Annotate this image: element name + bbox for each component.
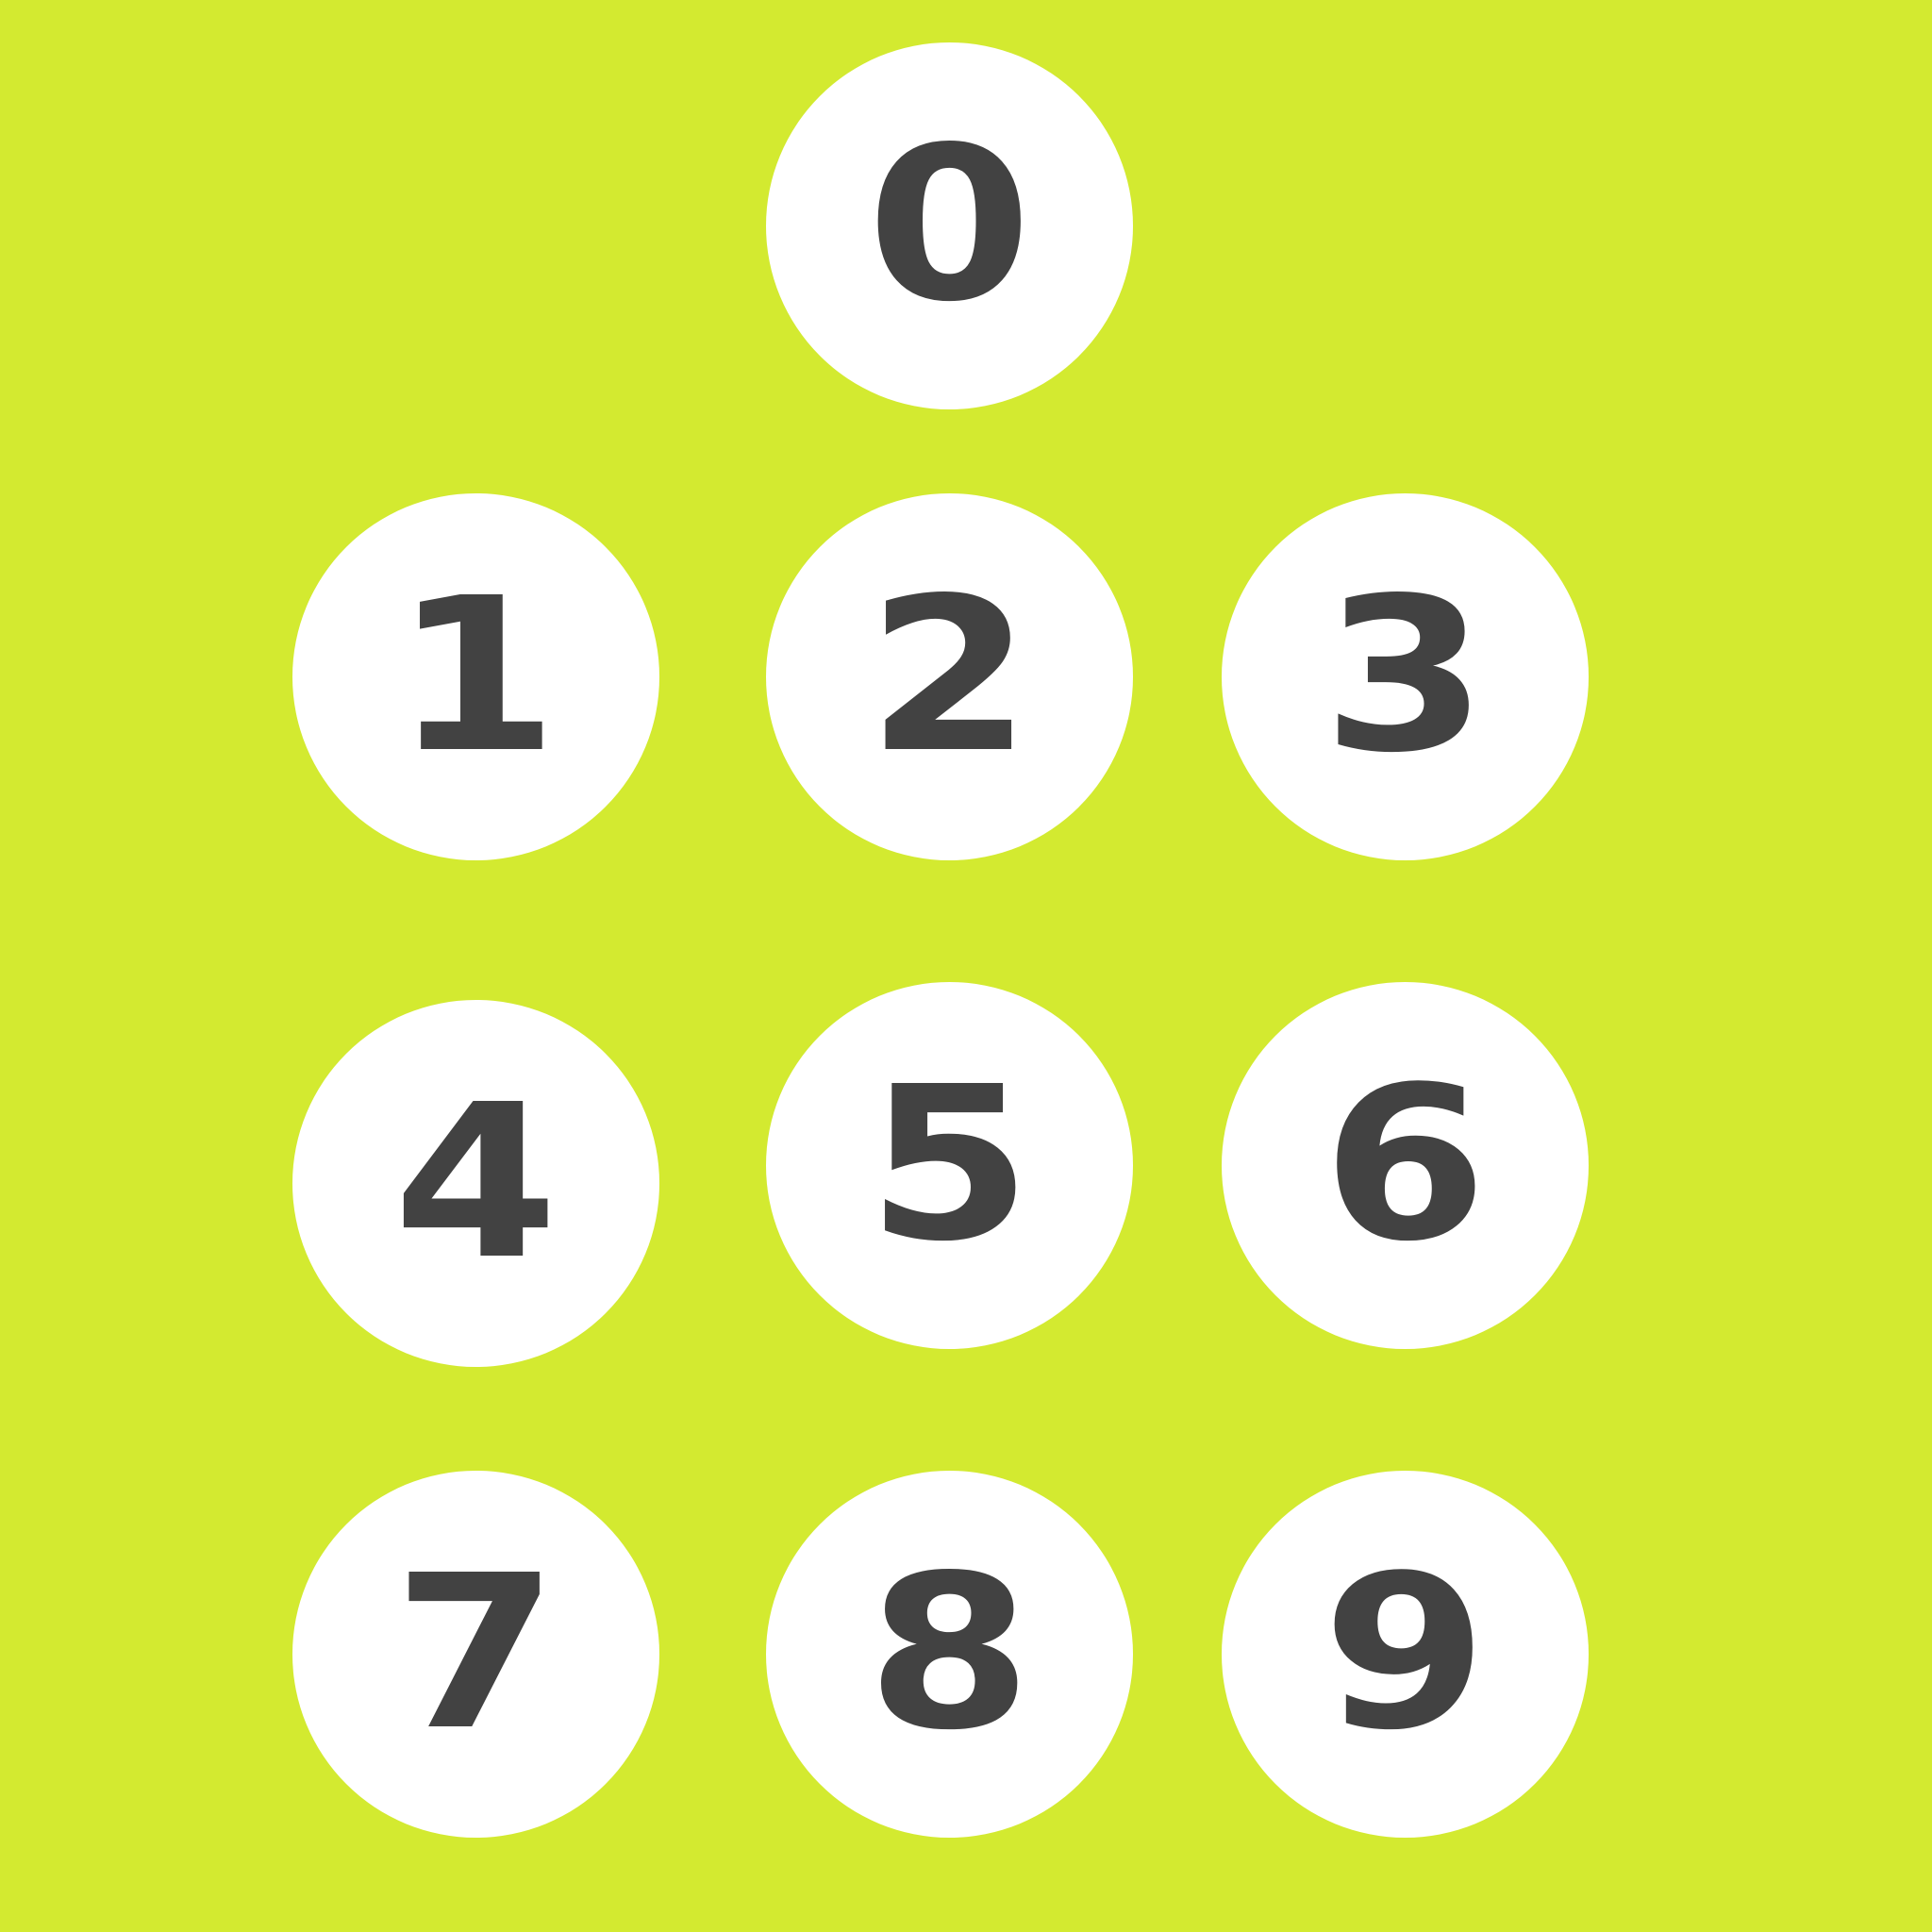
key-4-label: 4 (392, 1059, 559, 1307)
key-3-label: 3 (1322, 553, 1489, 800)
key-4-button[interactable]: 4 (292, 1000, 659, 1367)
key-6-button[interactable]: 6 (1222, 982, 1589, 1349)
number-keypad: 0 1 2 3 4 5 6 7 8 9 (0, 0, 1932, 1932)
key-0-label: 0 (866, 102, 1033, 349)
key-1-label: 1 (392, 553, 559, 800)
key-2-button[interactable]: 2 (766, 493, 1133, 860)
key-9-button[interactable]: 9 (1222, 1471, 1589, 1838)
key-9-label: 9 (1322, 1530, 1489, 1777)
key-5-label: 5 (866, 1041, 1033, 1289)
key-1-button[interactable]: 1 (292, 493, 659, 860)
key-2-label: 2 (866, 553, 1033, 800)
key-0-button[interactable]: 0 (766, 42, 1133, 409)
key-5-button[interactable]: 5 (766, 982, 1133, 1349)
key-3-button[interactable]: 3 (1222, 493, 1589, 860)
key-6-label: 6 (1322, 1041, 1489, 1289)
key-8-label: 8 (866, 1530, 1033, 1777)
key-8-button[interactable]: 8 (766, 1471, 1133, 1838)
key-7-label: 7 (392, 1530, 559, 1777)
key-7-button[interactable]: 7 (292, 1471, 659, 1838)
